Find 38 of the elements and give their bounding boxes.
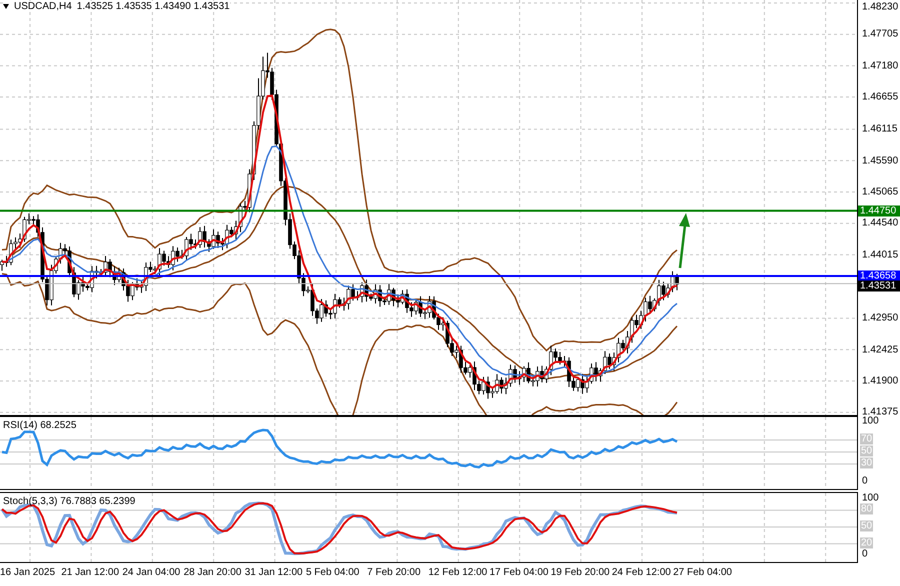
- time-tick-label: 21 Jan 12:00: [61, 567, 120, 578]
- rsi-tick-label: 100: [862, 416, 879, 426]
- rsi-tick-label: 0: [862, 476, 868, 486]
- price-tick-label: 1.41375: [862, 406, 898, 418]
- up-arrow-icon: [678, 213, 690, 268]
- price-tick-label: 1.45065: [862, 186, 898, 198]
- ohlc-values: 1.43525 1.43535 1.43490 1.43531: [76, 1, 230, 12]
- price-tick-label: 1.46655: [862, 92, 898, 103]
- dropdown-triangle-icon[interactable]: [3, 4, 9, 9]
- time-tick-label: 27 Feb 04:00: [673, 567, 733, 578]
- time-tick-label: 24 Feb 12:00: [612, 567, 672, 578]
- time-tick-label: 19 Feb 20:00: [550, 567, 611, 578]
- current-price-label: 1.43531: [858, 280, 900, 292]
- rsi-indicator-label: RSI(14) 68.2525: [3, 420, 76, 431]
- stochastic-tick-label: 0: [862, 548, 868, 560]
- time-tick-label: 5 Feb 04:00: [306, 567, 360, 578]
- price-tick-label: 1.45590: [862, 155, 898, 166]
- time-tick-label: 16 Jan 2025: [0, 567, 56, 578]
- time-tick-label: 24 Jan 04:00: [122, 567, 182, 578]
- price-tick-label: 1.42425: [862, 344, 898, 356]
- symbol-label: USDCAD,H4: [14, 1, 72, 12]
- time-tick-label: 7 Feb 20:00: [367, 567, 422, 578]
- stochastic-tick-label: 100: [862, 492, 879, 504]
- price-tick-label: 1.47180: [862, 60, 898, 72]
- price-tick-label: 1.41900: [862, 375, 898, 386]
- stochastic-indicator-label: Stoch(5,3,3) 76.7883 65.2399: [3, 496, 136, 507]
- price-tick-label: 1.42950: [862, 312, 898, 324]
- price-tick-label: 1.44540: [862, 218, 898, 229]
- time-tick-label: 17 Feb 04:00: [490, 567, 550, 578]
- level-price-label: 1.44750: [858, 205, 900, 216]
- price-tick-label: 1.47705: [862, 28, 898, 40]
- price-tick-label: 1.46115: [862, 124, 898, 135]
- time-tick-label: 12 Feb 12:00: [428, 567, 488, 578]
- price-tick-label: 1.48230: [862, 2, 898, 12]
- price-tick-label: 1.44015: [862, 249, 898, 260]
- time-tick-label: 31 Jan 12:00: [244, 567, 304, 578]
- time-tick-label: 28 Jan 20:00: [184, 567, 242, 578]
- level-price-label: 1.43658: [858, 270, 900, 282]
